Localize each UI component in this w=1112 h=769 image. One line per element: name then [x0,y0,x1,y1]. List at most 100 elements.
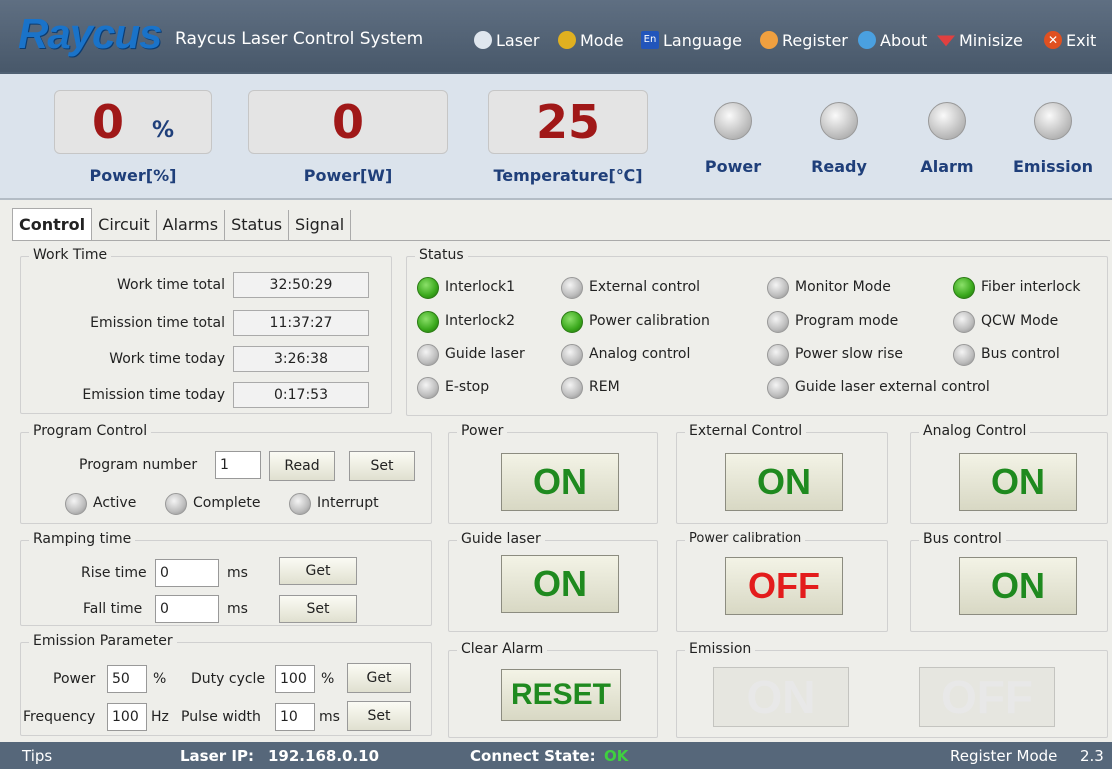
title-bar: Raycus Raycus Laser Control System Laser… [0,0,1112,72]
emission-set-button[interactable]: Set [347,701,411,731]
program-set-button[interactable]: Set [349,451,415,481]
emission-time-today-label: Emission time today [82,387,225,403]
menu-exit[interactable]: ✕ Exit [1044,28,1096,52]
tab-circuit[interactable]: Circuit [92,210,157,240]
raycus-logo: Raycus [18,10,162,57]
work-time-total-label: Work time total [117,277,225,293]
emission-parameter-title: Emission Parameter [29,633,177,649]
status-title: Status [415,247,468,263]
emission-time-total-label: Emission time total [90,315,225,331]
complete-led [165,493,187,515]
ramp-get-button[interactable]: Get [279,557,357,585]
bus-control-title: Bus control [919,531,1006,547]
status-led [561,277,583,299]
status-led [767,311,789,333]
status-led [767,377,789,399]
power-indicator-label: Power [704,157,762,176]
external-control-group: External Control ON [676,423,888,524]
temperature-display: 25 [488,90,648,154]
status-led [953,344,975,366]
clear-alarm-group: Clear Alarm RESET [448,641,658,738]
power-watt-display: 0 [248,90,448,154]
status-led [953,277,975,299]
emission-parameter-group: Emission Parameter Power 50 % Duty cycle… [20,633,432,736]
pulse-width-input[interactable]: 10 [275,703,315,731]
power-calibration-group: Power calibration OFF [676,531,888,632]
external-control-on-button[interactable]: ON [725,453,843,511]
guide-laser-on-button[interactable]: ON [501,555,619,613]
menu-about[interactable]: About [858,28,927,52]
ramp-set-button[interactable]: Set [279,595,357,623]
status-led [561,311,583,333]
duty-cycle-input[interactable]: 100 [275,665,315,693]
menu-minisize[interactable]: Minisize [937,28,1023,52]
status-label: Interlock1 [445,279,516,295]
connect-state-label: Connect State: [470,747,596,765]
emission-group: Emission ON OFF [676,641,1108,738]
analog-control-on-button[interactable]: ON [959,453,1077,511]
rise-time-unit: ms [227,565,248,581]
power-param-unit: % [153,671,167,687]
emission-get-button[interactable]: Get [347,663,411,693]
alarm-indicator-label: Alarm [920,157,974,176]
guide-laser-group: Guide laser ON [448,531,658,632]
app-title: Raycus Laser Control System [175,29,424,49]
status-led [561,377,583,399]
temperature-label: Temperature[℃] [493,166,643,185]
globe-icon [858,31,876,49]
power-param-label: Power [53,671,96,687]
pulse-width-unit: ms [319,709,340,725]
tab-divider [12,240,1110,241]
ramping-time-title: Ramping time [29,531,136,547]
laser-ip-value: 192.168.0.10 [268,747,380,765]
en-icon: En [641,31,659,49]
emission-title: Emission [685,641,756,657]
version-label: 2.3 [1080,747,1104,765]
rise-time-label: Rise time [81,565,147,581]
power-on-button[interactable]: ON [501,453,619,511]
active-led [65,493,87,515]
menu-register[interactable]: Register [760,28,848,52]
bus-control-on-button[interactable]: ON [959,557,1077,615]
emission-on-button[interactable]: ON [713,667,849,727]
power-watt-label: Power[W] [303,166,393,185]
fall-time-label: Fall time [83,601,143,617]
reset-button[interactable]: RESET [501,669,621,721]
duty-cycle-unit: % [321,671,335,687]
power-param-input[interactable]: 50 [107,665,147,693]
program-control-title: Program Control [29,423,152,439]
minimize-icon [937,35,955,47]
status-label: External control [589,279,701,295]
ready-indicator-label: Ready [811,157,867,176]
tab-control[interactable]: Control [12,208,93,240]
program-number-input[interactable]: 1 [215,451,261,479]
tab-bar: Control Circuit Alarms Status Signal [12,208,352,240]
frequency-input[interactable]: 100 [107,703,147,731]
read-button[interactable]: Read [269,451,335,481]
menu-mode[interactable]: Mode [558,28,624,52]
fall-time-unit: ms [227,601,248,617]
status-label: Fiber interlock [981,279,1081,295]
ramping-time-group: Ramping time Rise time 0 ms Get Fall tim… [20,531,432,626]
fall-time-input[interactable]: 0 [155,595,219,623]
tab-alarms[interactable]: Alarms [157,210,226,240]
status-label: E-stop [445,379,490,395]
program-number-label: Program number [79,457,198,473]
ready-indicator-led [820,102,858,140]
menu-laser[interactable]: Laser [474,28,539,52]
rise-time-input[interactable]: 0 [155,559,219,587]
status-label: Power calibration [589,313,710,329]
tab-status[interactable]: Status [225,210,290,240]
status-group: Status Interlock1 External control Monitor… [406,247,1108,416]
work-time-title: Work Time [29,247,112,263]
complete-label: Complete [193,495,261,511]
tab-signal[interactable]: Signal [289,210,352,240]
alarm-indicator-led [928,102,966,140]
emission-time-total-value: 11:37:27 [233,310,369,336]
status-led [561,344,583,366]
power-calibration-off-button[interactable]: OFF [725,557,843,615]
menu-language[interactable]: En Language [641,28,742,52]
power-indicator-led [714,102,752,140]
external-control-title: External Control [685,423,807,439]
emission-off-button[interactable]: OFF [919,667,1055,727]
